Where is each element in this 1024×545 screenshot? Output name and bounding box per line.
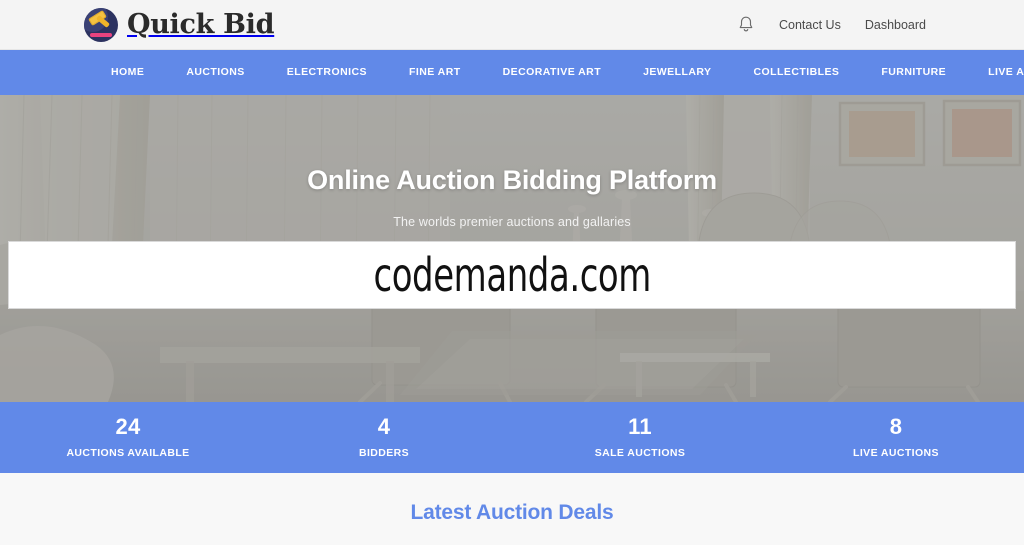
- hero-subtitle: The worlds premier auctions and gallarie…: [393, 215, 631, 229]
- stat-value: 24: [115, 414, 141, 439]
- nav-item-fine-art[interactable]: FINE ART: [388, 50, 482, 95]
- brand-logo-link[interactable]: Quick Bid: [84, 7, 275, 42]
- bell-icon[interactable]: [737, 15, 755, 35]
- watermark-banner: codemanda.com: [8, 241, 1016, 309]
- stats-bar: 24 AUCTIONS AVAILABLE 4 BIDDERS 11 SALE …: [0, 402, 1024, 473]
- stat-label: BIDDERS: [358, 447, 410, 459]
- header-utility-nav: Contact Us Dashboard: [737, 15, 926, 35]
- nav-item-home[interactable]: HOME: [90, 50, 165, 95]
- nav-item-live-auctions[interactable]: LIVE AUCTIONS: [967, 50, 1024, 95]
- gavel-logo-icon: [84, 7, 118, 42]
- latest-auction-deals-section: Latest Auction Deals: [0, 473, 1024, 545]
- nav-item-collectibles[interactable]: COLLECTIBLES: [732, 50, 860, 95]
- section-title: Latest Auction Deals: [410, 501, 614, 524]
- stat-value: 4: [377, 414, 391, 439]
- stat-auctions-available: 24 AUCTIONS AVAILABLE: [0, 414, 256, 460]
- header-link-contact-us[interactable]: Contact Us: [779, 18, 841, 32]
- nav-item-jewellary[interactable]: JEWELLARY: [622, 50, 732, 95]
- hero-title: Online Auction Bidding Platform: [307, 165, 717, 195]
- stat-bidders: 4 BIDDERS: [256, 414, 512, 460]
- stat-value: 11: [628, 414, 652, 439]
- site-header: Quick Bid Contact Us Dashboard: [0, 0, 1024, 50]
- page-root: Quick Bid Contact Us Dashboard HOME AUCT…: [0, 0, 1024, 545]
- stat-value: 8: [889, 414, 903, 439]
- nav-item-auctions[interactable]: AUCTIONS: [165, 50, 265, 95]
- watermark-text: codemanda.com: [373, 248, 651, 302]
- nav-item-furniture[interactable]: FURNITURE: [860, 50, 967, 95]
- stat-label: AUCTIONS AVAILABLE: [66, 447, 190, 459]
- main-navigation: HOME AUCTIONS ELECTRONICS FINE ART DECOR…: [0, 50, 1024, 95]
- nav-item-decorative-art[interactable]: DECORATIVE ART: [482, 50, 622, 95]
- brand-name: Quick Bid: [127, 9, 275, 40]
- nav-item-electronics[interactable]: ELECTRONICS: [266, 50, 388, 95]
- hero-content: Online Auction Bidding Platform The worl…: [0, 95, 1024, 229]
- nav-items: HOME AUCTIONS ELECTRONICS FINE ART DECOR…: [90, 50, 1024, 95]
- stat-label: SALE AUCTIONS: [594, 447, 686, 459]
- stat-label: LIVE AUCTIONS: [853, 447, 939, 459]
- stat-sale-auctions: 11 SALE AUCTIONS: [512, 414, 768, 460]
- header-link-dashboard[interactable]: Dashboard: [865, 18, 926, 32]
- stat-live-auctions: 8 LIVE AUCTIONS: [768, 414, 1024, 460]
